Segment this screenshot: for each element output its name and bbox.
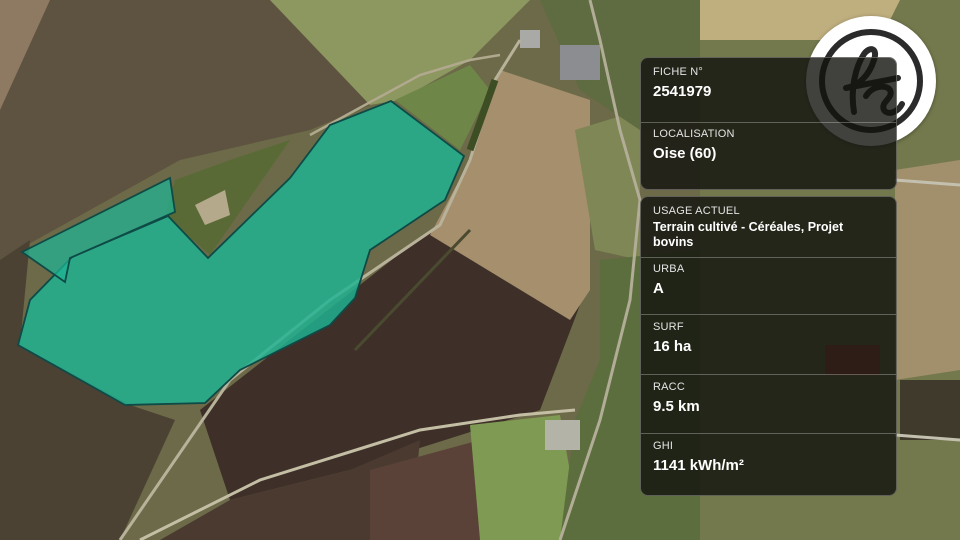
urba-label: URBA xyxy=(653,263,685,275)
fiche-field: FICHE N° 2541979 xyxy=(641,66,896,101)
fiche-label: FICHE N° xyxy=(653,66,703,78)
fiche-value: 2541979 xyxy=(653,83,712,100)
urba-value: A xyxy=(653,280,664,297)
info-card-details: USAGE ACTUEL Terrain cultivé - Céréales,… xyxy=(640,196,897,496)
racc-value: 9.5 km xyxy=(653,398,700,415)
ghi-label: GHI xyxy=(653,440,674,452)
localisation-label: LOCALISATION xyxy=(653,128,735,140)
usage-field: USAGE ACTUEL Terrain cultivé - Céréales,… xyxy=(641,205,896,250)
ghi-value: 1141 kWh/m² xyxy=(653,457,744,474)
surf-value: 16 ha xyxy=(653,338,692,355)
urba-field: URBA A xyxy=(641,257,896,298)
usage-label: USAGE ACTUEL xyxy=(653,205,740,217)
surf-label: SURF xyxy=(653,321,684,333)
racc-label: RACC xyxy=(653,381,685,393)
usage-value: Terrain cultivé - Céréales, Projet bovin… xyxy=(653,220,844,249)
localisation-value: Oise (60) xyxy=(653,145,717,162)
surf-field: SURF 16 ha xyxy=(641,314,896,356)
info-card-identity: FICHE N° 2541979 LOCALISATION Oise (60) xyxy=(640,57,897,190)
racc-field: RACC 9.5 km xyxy=(641,374,896,416)
localisation-field: LOCALISATION Oise (60) xyxy=(641,122,896,163)
ghi-field: GHI 1141 kWh/m² xyxy=(641,433,896,475)
